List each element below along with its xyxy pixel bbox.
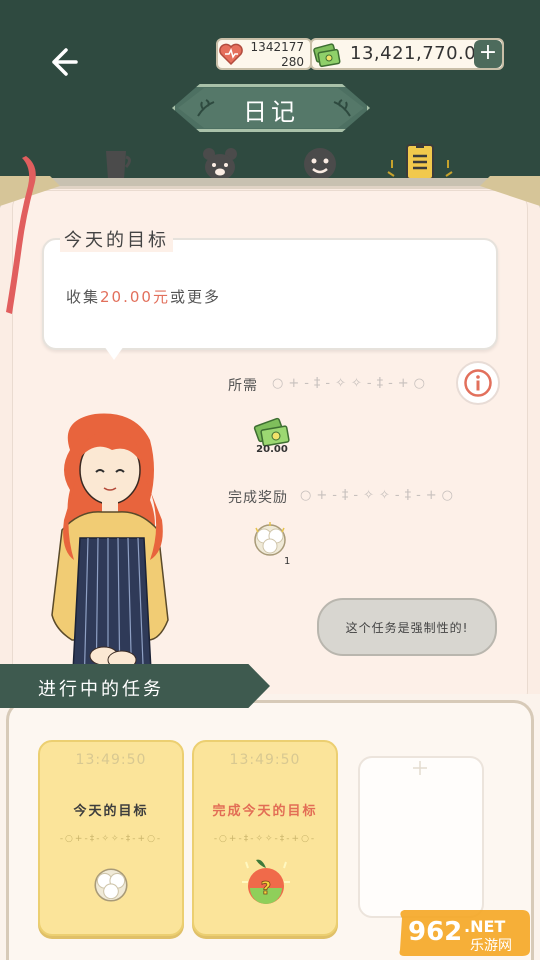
info-icon — [464, 369, 492, 397]
money-value: 13,421,770.00 — [350, 43, 489, 64]
bear-icon — [203, 148, 237, 180]
sparkle-left-icon — [387, 160, 395, 177]
cup-icon — [106, 151, 131, 179]
tab-bear[interactable] — [202, 146, 238, 182]
cotton-icon — [254, 522, 286, 556]
watermark-sub: 乐游网 — [470, 938, 512, 954]
task-card-title: 完成今天的目标 — [212, 804, 318, 819]
mystery-apple-reward-icon: ? — [242, 859, 290, 904]
bookmark-ribbon — [6, 156, 36, 314]
heart-icon — [219, 43, 243, 66]
tab-face[interactable] — [302, 146, 338, 182]
task-card-empty-slot[interactable] — [358, 756, 484, 918]
sparkle-icon — [413, 761, 427, 775]
back-button[interactable] — [40, 40, 84, 84]
task-card-divider: -○+-‡-✧✧-‡-+○- — [213, 834, 317, 844]
reward-divider: ○+-‡-✧✧-‡-+○ — [300, 488, 459, 503]
required-divider: ○+-‡-✧✧-‡-+○ — [272, 376, 431, 391]
cotton-reward-icon — [94, 868, 128, 902]
required-label: 所需 — [228, 378, 258, 394]
cash-icon — [313, 43, 341, 68]
hearts-value: 1342177 — [250, 40, 304, 54]
task-card-divider: -○+-‡-✧✧-‡-+○- — [59, 834, 163, 844]
tab-strip — [0, 178, 540, 186]
goal-desc-prefix: 收集 — [66, 288, 101, 306]
task-card-timer: 13:49:50 — [229, 752, 301, 768]
task-card-timer: 13:49:50 — [75, 752, 147, 768]
shopkeeper-girl-illustration — [51, 413, 169, 691]
goal-amount: 20.00元 — [100, 288, 170, 306]
active-tasks-title: 进行中的任务 — [38, 679, 164, 700]
goal-desc-suffix: 或更多 — [169, 288, 221, 306]
svg-text:?: ? — [261, 878, 271, 899]
sparkle-right-icon — [445, 160, 453, 177]
required-cash-amount: 20.00 — [256, 444, 288, 455]
watermark-brand: 962 — [408, 917, 462, 947]
goal-title: 今天的目标 — [60, 226, 173, 252]
diary-icon — [406, 143, 434, 180]
hearts-capacity: 280 — [281, 55, 304, 69]
task-card-title: 今天的目标 — [73, 804, 149, 819]
bubble-tail — [104, 346, 124, 360]
tab-cup[interactable] — [100, 146, 136, 182]
goal-description: 收集20.00元或更多 — [66, 286, 221, 307]
watermark-suffix: .NET — [464, 917, 505, 936]
tab-diary[interactable] — [402, 142, 438, 182]
page-corner-right — [480, 176, 540, 206]
face-icon — [304, 148, 336, 180]
site-watermark-logo: 962 .NET 乐游网 — [399, 910, 530, 956]
mandatory-note: 这个任务是强制性的! — [317, 598, 497, 656]
reward-label: 完成奖励 — [228, 490, 288, 506]
reward-count: 1 — [284, 556, 291, 567]
arrow-left-icon — [52, 48, 78, 76]
info-button[interactable] — [456, 361, 500, 405]
add-money-button[interactable]: + — [474, 40, 502, 68]
page-title: 日记 — [243, 98, 299, 126]
